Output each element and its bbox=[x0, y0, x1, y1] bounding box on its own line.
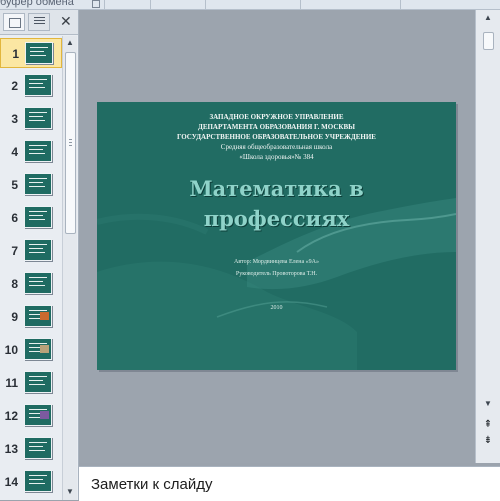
slide-thumbnail[interactable]: 10 bbox=[0, 335, 62, 365]
author-line: Автор: Мордвинцева Елена «9А» bbox=[234, 259, 319, 265]
slide-number: 9 bbox=[11, 310, 18, 324]
grip-icon bbox=[69, 139, 72, 148]
slide-number: 7 bbox=[11, 244, 18, 258]
slide-thumbnail-image bbox=[24, 437, 52, 459]
slide-thumbnail-list: 1 2 3 4 5 6 7 8 9 10 11 12 13 14 bbox=[0, 36, 62, 500]
slide-thumbnail[interactable]: 1 bbox=[0, 38, 62, 68]
scrollbar-thumb[interactable] bbox=[483, 32, 494, 50]
slide-thumbnail-image bbox=[24, 371, 52, 393]
slide-number: 3 bbox=[11, 112, 18, 126]
slide-thumbnail[interactable]: 3 bbox=[0, 104, 62, 134]
slide-thumbnail[interactable]: 2 bbox=[0, 71, 62, 101]
slide-thumbnail[interactable]: 4 bbox=[0, 137, 62, 167]
slide-number: 4 bbox=[11, 145, 18, 159]
ribbon-separator bbox=[400, 0, 401, 9]
slide-thumbnail-image bbox=[24, 140, 52, 162]
header-line: Средняя общеобразовательная школа bbox=[220, 143, 333, 151]
slide-thumbnail[interactable]: 14 bbox=[0, 467, 62, 497]
slide-thumbnail[interactable]: 12 bbox=[0, 401, 62, 431]
supervisor-line: Руководитель Провоторова Т.Н. bbox=[235, 271, 318, 277]
slide-number: 10 bbox=[4, 343, 18, 357]
slide-authors: Автор: Мордвинцева Елена «9А» Руководите… bbox=[97, 256, 456, 280]
slide-number: 8 bbox=[11, 277, 18, 291]
panel-tabs: ✕ bbox=[0, 10, 78, 35]
slide-number: 11 bbox=[5, 376, 18, 390]
header-line: «Школа здоровья»№ 384 bbox=[239, 153, 314, 161]
ribbon-separator bbox=[104, 0, 105, 9]
slide-editor[interactable]: ЗАПАДНОЕ ОКРУЖНОЕ УПРАВЛЕНИЕ ДЕПАРТАМЕНТ… bbox=[79, 10, 475, 463]
slide-number: 1 bbox=[12, 47, 19, 61]
outline-tab-icon bbox=[34, 17, 45, 26]
next-slide-icon[interactable]: ⇟ bbox=[481, 434, 495, 448]
ribbon-separator bbox=[205, 0, 206, 9]
header-line: ЗАПАДНОЕ ОКРУЖНОЕ УПРАВЛЕНИЕ bbox=[209, 113, 344, 121]
slide-thumbnail[interactable]: 9 bbox=[0, 302, 62, 332]
ribbon-separator bbox=[300, 0, 301, 9]
slides-tab-icon bbox=[9, 18, 21, 28]
slide-number: 5 bbox=[11, 178, 18, 192]
scroll-down-icon[interactable]: ▼ bbox=[482, 398, 494, 410]
scroll-down-icon[interactable]: ▼ bbox=[64, 486, 76, 498]
slide-thumbnail[interactable]: 13 bbox=[0, 434, 62, 464]
slide-number: 2 bbox=[11, 79, 18, 93]
slide-thumbnail-image bbox=[24, 470, 52, 492]
tab-slides[interactable] bbox=[3, 13, 25, 31]
header-line: ДЕПАРТАМЕНТА ОБРАЗОВАНИЯ Г. МОСКВЫ bbox=[198, 123, 355, 131]
clipboard-dialog-launcher-icon[interactable] bbox=[92, 0, 100, 8]
scroll-up-icon[interactable]: ▲ bbox=[64, 37, 76, 49]
slide-thumbnail-image bbox=[24, 338, 52, 360]
ribbon: буфер обмена bbox=[0, 0, 500, 10]
title-line: профессиях bbox=[203, 206, 350, 231]
previous-slide-icon[interactable]: ⇞ bbox=[481, 418, 495, 432]
notes-placeholder[interactable]: Заметки к слайду bbox=[91, 476, 213, 493]
ribbon-separator bbox=[150, 0, 151, 9]
title-line: Математика в bbox=[189, 176, 364, 201]
slide-number: 14 bbox=[4, 475, 18, 489]
slides-panel: ✕ 1 2 3 4 5 6 7 8 9 10 11 12 13 14 ▲ ▼ bbox=[0, 10, 79, 500]
slide-thumbnail[interactable]: 11 bbox=[0, 368, 62, 398]
notes-pane[interactable]: Заметки к слайду bbox=[79, 466, 500, 501]
slide-year: 2010 bbox=[270, 305, 283, 311]
slide-number: 13 bbox=[4, 442, 18, 456]
header-line: ГОСУДАРСТВЕННОЕ ОБРАЗОВАТЕЛЬНОЕ УЧРЕЖДЕН… bbox=[177, 133, 376, 141]
slide-number: 12 bbox=[4, 409, 18, 423]
slide-thumbnail-image bbox=[24, 305, 52, 327]
slide-thumbnail-image bbox=[24, 206, 52, 228]
slide-thumbnail-image bbox=[24, 74, 52, 96]
clipboard-group-label: буфер обмена bbox=[0, 0, 74, 8]
close-icon[interactable]: ✕ bbox=[60, 12, 72, 30]
scroll-up-icon[interactable]: ▲ bbox=[482, 12, 494, 24]
slide-thumbnail[interactable]: 7 bbox=[0, 236, 62, 266]
thumbnail-scrollbar[interactable]: ▲ ▼ bbox=[62, 36, 77, 500]
slide-number: 6 bbox=[11, 211, 18, 225]
current-slide[interactable]: ЗАПАДНОЕ ОКРУЖНОЕ УПРАВЛЕНИЕ ДЕПАРТАМЕНТ… bbox=[97, 102, 456, 370]
tab-outline[interactable] bbox=[28, 13, 50, 31]
scrollbar-thumb[interactable] bbox=[65, 52, 76, 234]
slide-thumbnail-image bbox=[24, 404, 52, 426]
slide-thumbnail[interactable]: 5 bbox=[0, 170, 62, 200]
slide-thumbnail-image bbox=[24, 173, 52, 195]
slide-thumbnail[interactable]: 8 bbox=[0, 269, 62, 299]
slide-thumbnail-image bbox=[24, 272, 52, 294]
slide-title: Математика в профессиях bbox=[97, 174, 456, 234]
editor-scrollbar[interactable]: ▲ ▼ ⇞ ⇟ bbox=[475, 10, 500, 463]
slide-thumbnail-image bbox=[24, 107, 52, 129]
slide-thumbnail-image bbox=[24, 239, 52, 261]
school-header: ЗАПАДНОЕ ОКРУЖНОЕ УПРАВЛЕНИЕ ДЕПАРТАМЕНТ… bbox=[97, 112, 456, 162]
slide-thumbnail[interactable]: 6 bbox=[0, 203, 62, 233]
slide-thumbnail-image bbox=[25, 42, 53, 64]
